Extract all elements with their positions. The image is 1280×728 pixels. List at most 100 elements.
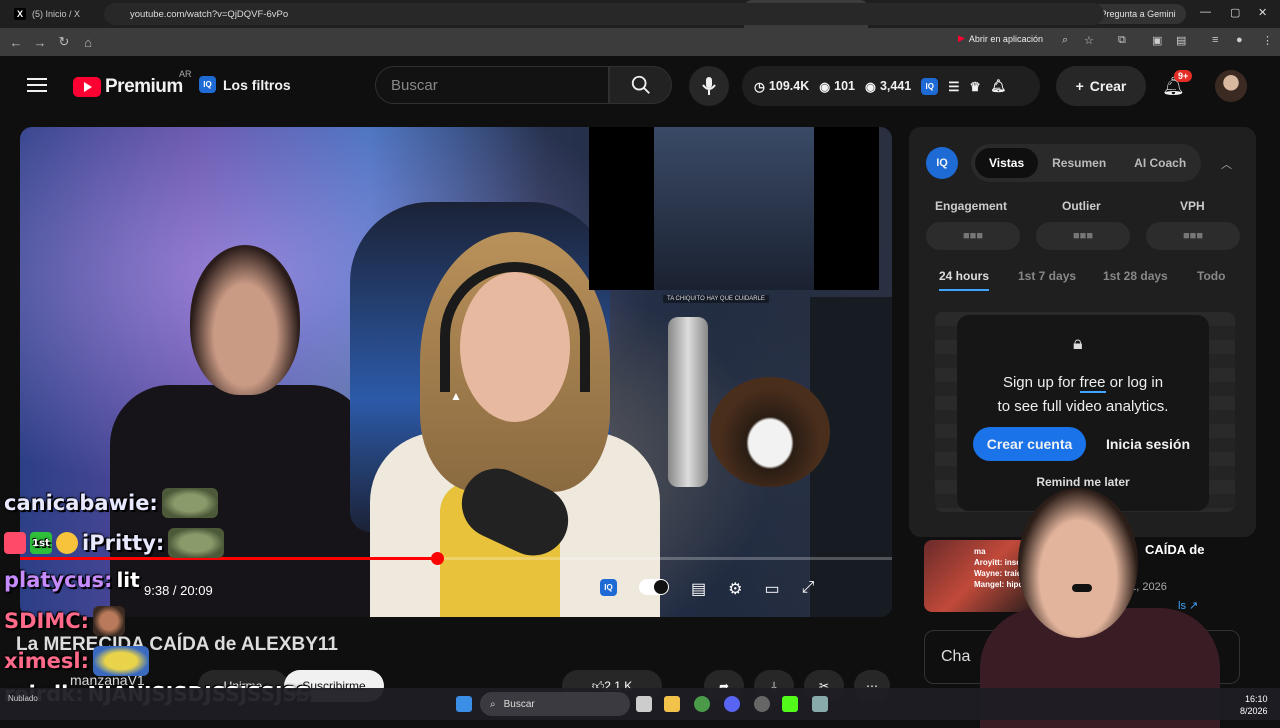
- taskbar-search[interactable]: ⌕ Buscar: [480, 692, 630, 716]
- range-24-hours[interactable]: 24 hours: [939, 269, 990, 291]
- youtube-icon: ▶: [958, 33, 965, 43]
- range-7-days[interactable]: 1st 7 days: [1018, 269, 1076, 283]
- settings-icon[interactable]: ⚙: [728, 579, 742, 599]
- kick-icon[interactable]: [782, 696, 798, 712]
- microphone-icon: [702, 77, 716, 95]
- create-account-button[interactable]: Crear cuenta: [973, 427, 1086, 461]
- chat-line: ximesl:: [4, 646, 149, 676]
- obs-icon[interactable]: [754, 696, 770, 712]
- iq-player-icon[interactable]: IQ: [600, 579, 617, 596]
- windows-start-icon[interactable]: [456, 696, 472, 712]
- metric-vph-label: VPH: [1180, 199, 1205, 213]
- metric-outlier-value: ■■■: [1036, 222, 1130, 250]
- chat-line: canicabawie:: [4, 488, 218, 518]
- video-microphone: [668, 317, 708, 487]
- zoom-icon[interactable]: ⌕: [1062, 34, 1068, 47]
- discord-icon[interactable]: [724, 696, 740, 712]
- url-field[interactable]: youtube.com/watch?v=QjDQVF-6vPo: [104, 3, 1104, 25]
- metric-engagement-value: ■■■: [926, 222, 1020, 250]
- menu-icon[interactable]: ⋮: [1262, 34, 1273, 47]
- search-button[interactable]: [609, 66, 672, 104]
- reload-icon[interactable]: ↻: [52, 34, 76, 50]
- task-view-icon[interactable]: [636, 696, 652, 712]
- plus-icon: +: [1075, 78, 1084, 94]
- stat-watch-time: ◷ 109.4K: [754, 79, 810, 94]
- avatar[interactable]: [1215, 70, 1247, 102]
- analytics-tabs: Vistas Resumen AI Coach: [971, 144, 1201, 182]
- close-window-icon[interactable]: ✕: [1258, 6, 1267, 19]
- gem-badge-icon: [4, 532, 26, 554]
- clock-icon: ◷: [754, 79, 765, 94]
- forward-icon[interactable]: →: [28, 35, 52, 50]
- channel-stats-bar: ◷ 109.4K ◉ 101 ◉ 3,441 IQ ☰ ♛ 🔔︎: [742, 66, 1040, 106]
- stat-live-views: ◉ 101: [819, 79, 856, 94]
- iq-logo-icon: IQ: [926, 147, 958, 179]
- time-display: 9:38 / 20:09: [144, 583, 213, 598]
- emoji-badge-icon: [56, 532, 78, 554]
- tab-vistas[interactable]: Vistas: [975, 148, 1039, 178]
- metric-engagement-label: Engagement: [935, 199, 1008, 213]
- system-clock: 16:10 8/2026: [1240, 694, 1268, 716]
- lock-icon: 🔒︎: [1073, 333, 1083, 353]
- metric-outlier-label: Outlier: [1062, 199, 1101, 213]
- youtube-premium-logo[interactable]: Premium AR: [73, 69, 192, 98]
- minimize-icon[interactable]: —: [1200, 6, 1211, 18]
- bookmark-icon[interactable]: ☆: [1084, 34, 1094, 47]
- notifications-button[interactable]: 🔔︎ 9+: [1162, 70, 1193, 97]
- chrome-icon[interactable]: [694, 696, 710, 712]
- tab-ai-coach[interactable]: AI Coach: [1120, 148, 1200, 178]
- streamer-webcam: [940, 468, 1240, 728]
- search-icon: ⌕: [490, 698, 496, 710]
- chevron-up-icon[interactable]: ︿: [1221, 156, 1232, 172]
- sidepanel-icon[interactable]: ▤: [1176, 34, 1186, 47]
- trophy-icon[interactable]: ♛: [969, 79, 980, 94]
- sun-emote-icon: [92, 646, 149, 676]
- settings-app-icon[interactable]: [812, 696, 828, 712]
- chat-line: platycus: lit: [4, 568, 140, 592]
- cast-icon[interactable]: ▣: [1152, 34, 1162, 47]
- extensions-icon[interactable]: ⧉: [1118, 34, 1126, 47]
- theater-mode-icon[interactable]: ▭: [764, 579, 779, 599]
- iq-icon: IQ: [199, 76, 216, 93]
- range-all[interactable]: Todo: [1197, 269, 1225, 283]
- file-explorer-icon[interactable]: [664, 696, 680, 712]
- home-icon[interactable]: ⌂: [76, 35, 100, 50]
- eye-icon: ◉: [865, 79, 876, 94]
- create-button[interactable]: + Crear: [1056, 66, 1146, 106]
- free-link[interactable]: free: [1079, 374, 1106, 393]
- hamburger-icon[interactable]: [27, 78, 47, 96]
- maximize-icon[interactable]: ▢: [1230, 6, 1240, 19]
- tab-resumen[interactable]: Resumen: [1038, 148, 1120, 178]
- range-28-days[interactable]: 1st 28 days: [1103, 269, 1168, 283]
- autoplay-toggle[interactable]: [639, 579, 669, 595]
- list-icon[interactable]: ☰: [948, 79, 959, 94]
- frog-emote-icon: [168, 528, 225, 558]
- voice-search-button[interactable]: [689, 66, 729, 106]
- open-in-app-button[interactable]: ▶ Abrir en aplicación: [958, 33, 1043, 44]
- media-icon[interactable]: ≡: [1212, 34, 1218, 46]
- face-emote-icon: [93, 606, 126, 636]
- back-icon[interactable]: ←: [4, 35, 28, 50]
- first-badge-icon: 1st: [30, 532, 52, 554]
- chat-line: SDIMC:: [4, 606, 126, 636]
- search-icon: [631, 75, 650, 94]
- fullscreen-icon[interactable]: ⤢: [802, 579, 815, 599]
- signup-message: Sign up for free or log in to see full v…: [997, 374, 1169, 415]
- metric-vph-value: ■■■: [1146, 222, 1240, 250]
- search-input[interactable]: Buscar: [375, 66, 609, 104]
- mouse-cursor-icon: ▲: [450, 389, 462, 403]
- video-person-left: [110, 245, 370, 617]
- sign-in-button[interactable]: Inicia sesión: [1093, 427, 1203, 461]
- chat-line: 1st iPritty:: [4, 528, 225, 558]
- filters-button[interactable]: IQ Los filtros: [199, 76, 291, 93]
- stat-views: ◉ 3,441: [865, 79, 912, 94]
- iq-icon[interactable]: IQ: [921, 77, 939, 95]
- tab-label: (5) Inicio / X: [32, 9, 81, 19]
- pip-caption: TA CHIQUITO HAY QUE CUIDARLE: [663, 295, 769, 303]
- tab-favicon-icon: X: [14, 8, 26, 20]
- subtitles-icon[interactable]: ▤: [691, 579, 706, 599]
- profile-icon[interactable]: ●: [1236, 34, 1243, 46]
- youtube-play-icon: [73, 77, 101, 97]
- bell-small-icon[interactable]: 🔔︎: [991, 79, 1007, 94]
- progress-knob[interactable]: [430, 552, 444, 565]
